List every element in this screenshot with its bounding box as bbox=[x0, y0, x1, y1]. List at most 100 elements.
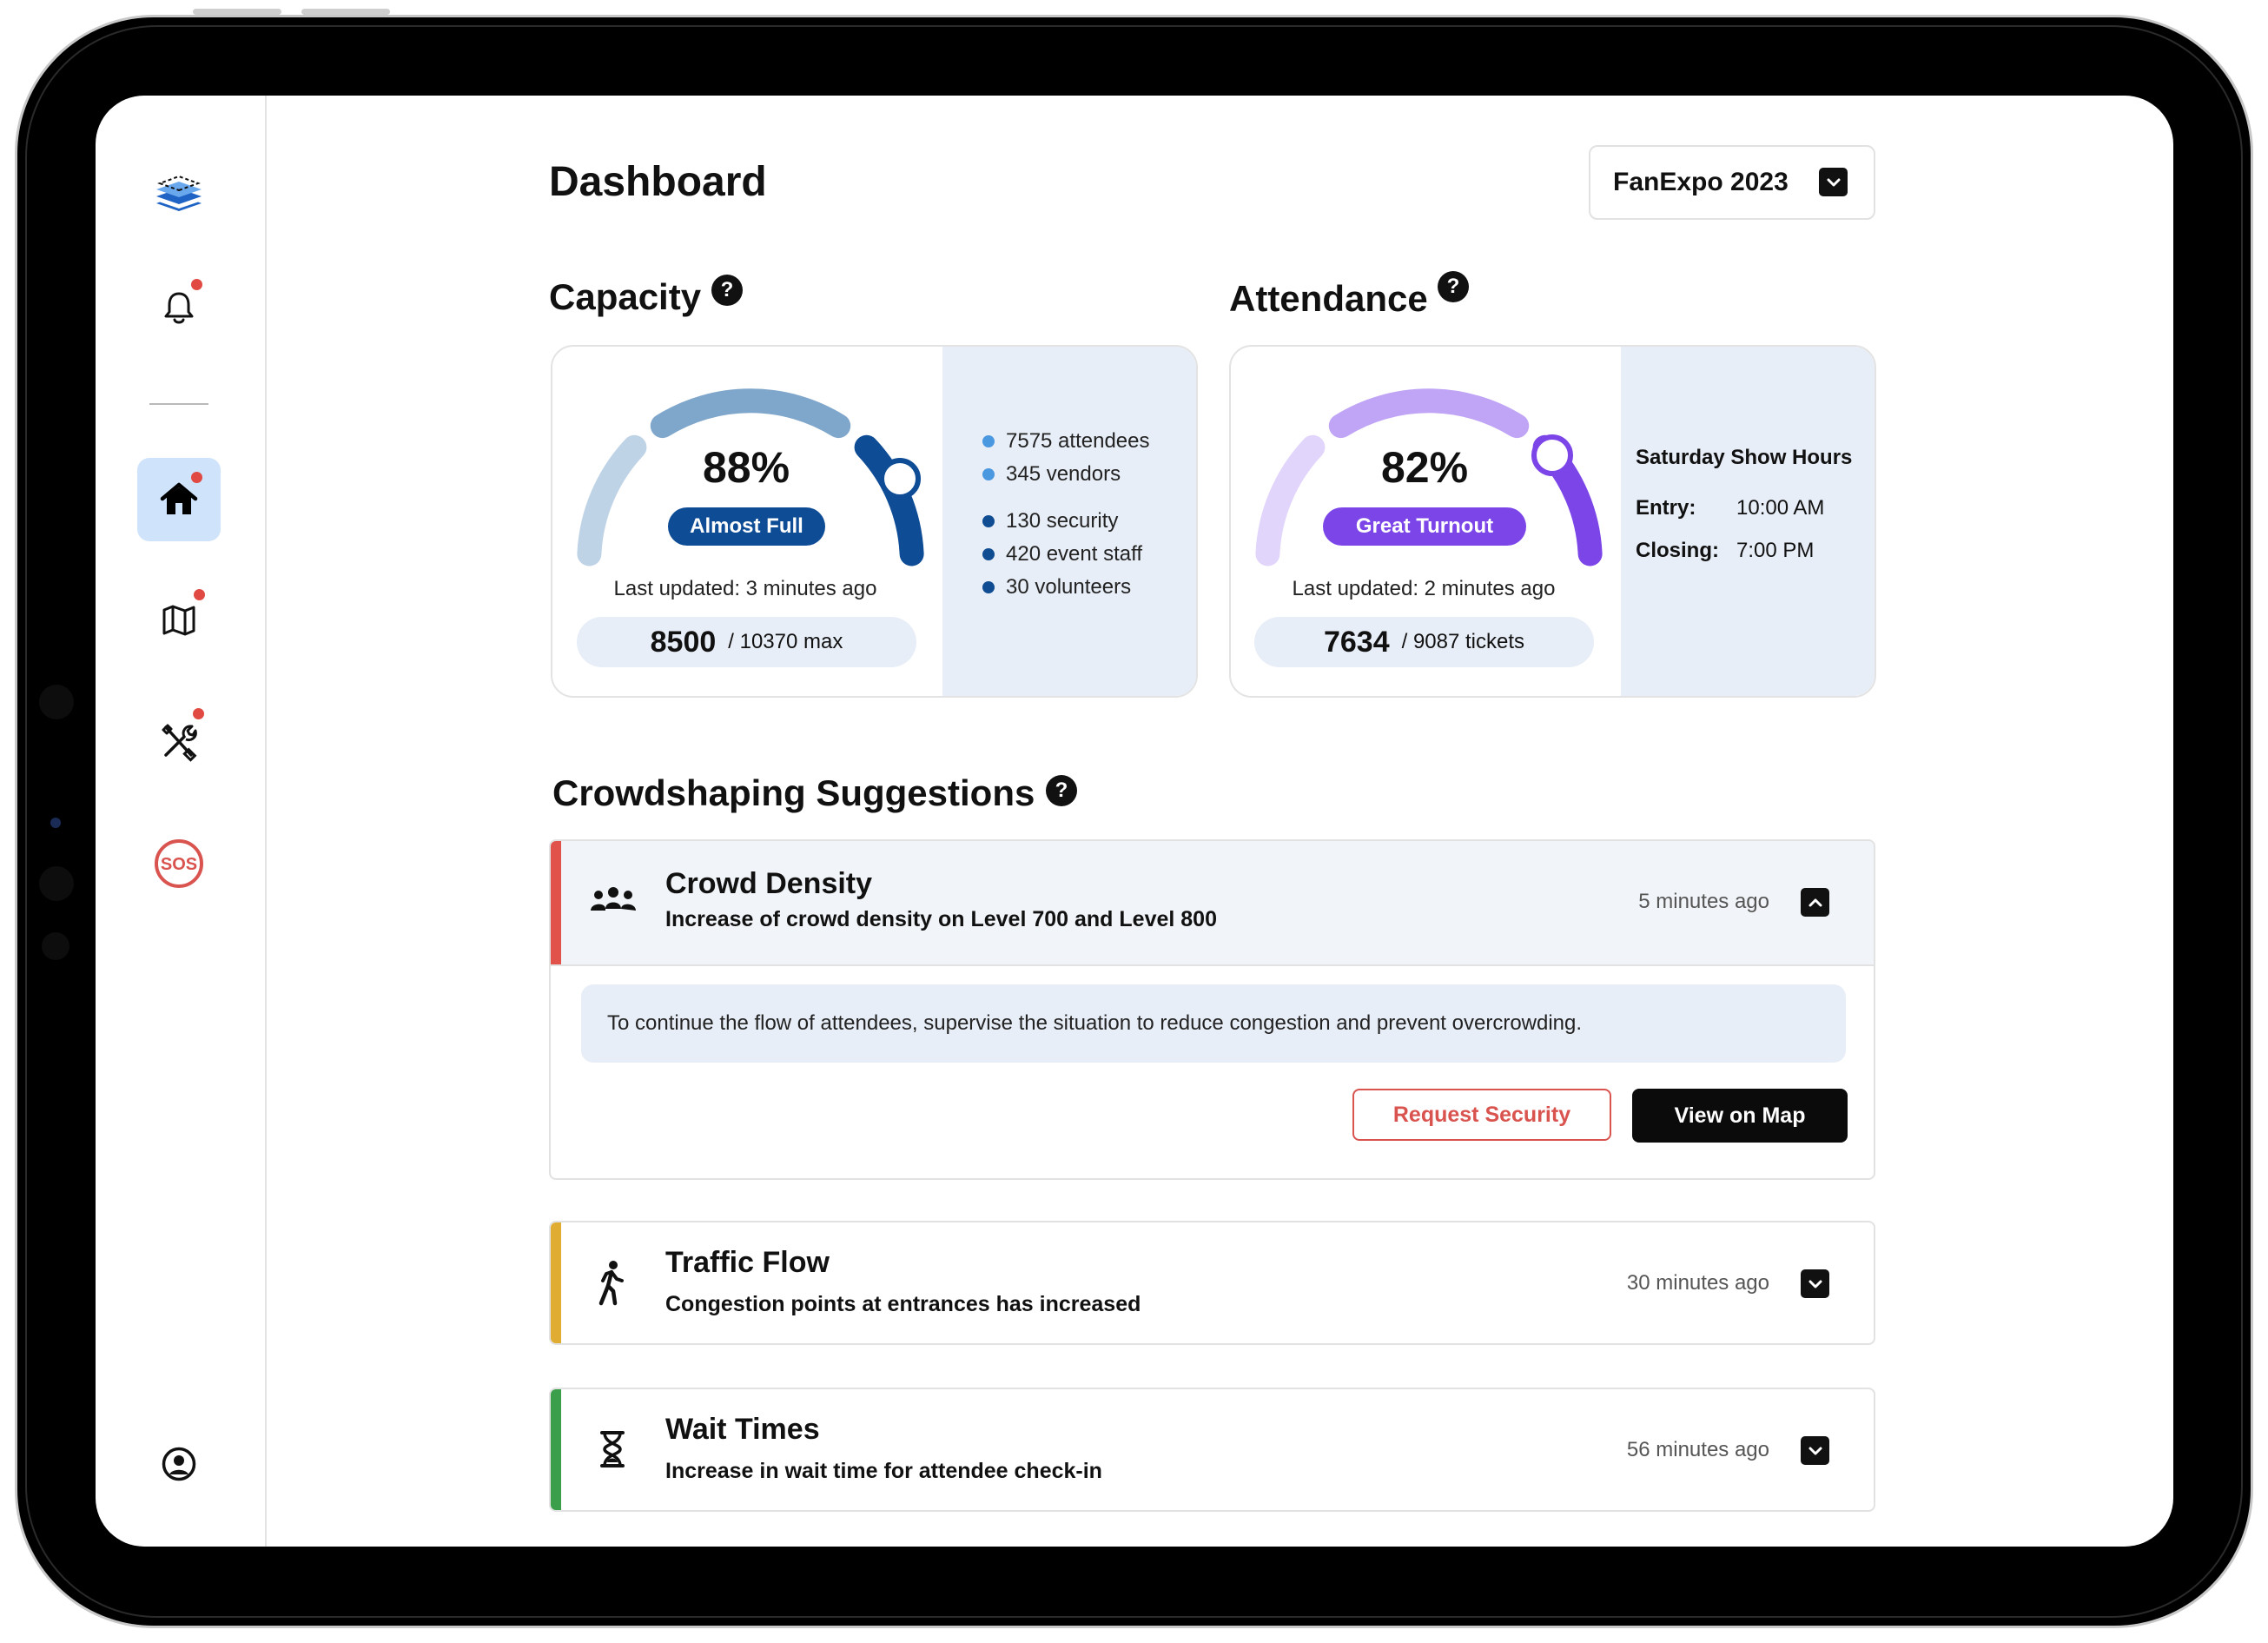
sos-icon: SOS bbox=[155, 839, 203, 888]
attendance-percent: 82% bbox=[1380, 443, 1469, 492]
sidebar-item-tools[interactable] bbox=[137, 699, 221, 783]
breakdown-item-event-staff: 420 event staff bbox=[982, 538, 1149, 571]
crowd-icon bbox=[589, 884, 638, 919]
map-badge bbox=[194, 589, 205, 600]
chevron-up-icon[interactable] bbox=[1801, 888, 1829, 917]
suggestion-title: Traffic Flow bbox=[665, 1246, 830, 1279]
capacity-heading: Capacity bbox=[549, 276, 701, 318]
hourglass-icon bbox=[599, 1430, 625, 1468]
sidebar-item-sos[interactable]: SOS bbox=[137, 822, 221, 905]
device-button-top-2 bbox=[301, 9, 390, 15]
breakdown-item-vendors: 345 vendors bbox=[982, 458, 1149, 491]
tools-badge bbox=[193, 708, 204, 719]
walking-person-icon bbox=[594, 1260, 629, 1307]
home-badge bbox=[191, 472, 202, 483]
suggestion-accent-bar bbox=[551, 1389, 561, 1510]
attendance-last-updated: Last updated: 2 minutes ago bbox=[1292, 577, 1556, 600]
sidebar-item-map[interactable] bbox=[137, 579, 221, 662]
sidebar-item-account[interactable] bbox=[137, 1422, 221, 1506]
suggestion-description: Congestion points at entrances has incre… bbox=[665, 1292, 1141, 1316]
capacity-heading-text: Capacity bbox=[549, 276, 702, 317]
closing-label: Closing: bbox=[1636, 539, 1719, 562]
capacity-count: 8500 / 10370 max bbox=[577, 617, 916, 667]
breakdown-item-security: 130 security bbox=[982, 505, 1149, 538]
legend-dot bbox=[982, 581, 995, 593]
legend-dot bbox=[982, 468, 995, 480]
entry-row: Entry: 10:00 AM bbox=[1636, 496, 1852, 522]
home-icon bbox=[160, 482, 198, 514]
closing-value: 7:00 PM bbox=[1736, 539, 1815, 562]
suggestion-time: 5 minutes ago bbox=[1638, 890, 1769, 913]
page-title: Dashboard bbox=[549, 159, 767, 205]
sidebar-item-home[interactable] bbox=[137, 458, 221, 541]
sidebar-divider bbox=[149, 403, 208, 405]
suggestion-accent-bar bbox=[551, 1222, 561, 1343]
suggestion-crowd-density: Crowd Density Increase of crowd density … bbox=[549, 839, 1875, 1180]
legend-dot bbox=[982, 548, 995, 560]
closing-row: Closing: 7:00 PM bbox=[1636, 539, 1852, 565]
event-selector-value: FanExpo 2023 bbox=[1613, 168, 1789, 196]
entry-value: 10:00 AM bbox=[1736, 496, 1825, 520]
attendance-status-badge: Great Turnout bbox=[1323, 507, 1526, 546]
tools-icon bbox=[162, 724, 197, 762]
attendance-max: / 9087 tickets bbox=[1401, 630, 1525, 653]
view-on-map-button[interactable]: View on Map bbox=[1632, 1089, 1848, 1143]
app-screen: SOS Dashboard FanExpo 2023 Capacity ? 88… bbox=[96, 96, 2173, 1547]
legend-dot bbox=[982, 515, 995, 527]
breakdown-item-attendees: 7575 attendees bbox=[982, 425, 1149, 458]
capacity-gauge-segment-top bbox=[650, 388, 851, 439]
notification-badge bbox=[191, 279, 202, 290]
show-hours-title: Saturday Show Hours bbox=[1636, 446, 1853, 469]
device-sensor-3 bbox=[42, 932, 69, 960]
request-security-button[interactable]: Request Security bbox=[1352, 1089, 1611, 1141]
suggestion-traffic-flow[interactable]: Traffic Flow Congestion points at entran… bbox=[549, 1221, 1875, 1345]
bell-icon bbox=[164, 292, 194, 324]
capacity-percent: 88% bbox=[702, 443, 790, 492]
suggestion-title: Crowd Density bbox=[665, 867, 873, 900]
attendance-heading-text: Attendance bbox=[1229, 278, 1428, 319]
suggestions-help-icon[interactable]: ? bbox=[1046, 775, 1077, 806]
device-camera bbox=[50, 818, 61, 828]
capacity-max: / 10370 max bbox=[728, 630, 843, 653]
breakdown-label: 420 event staff bbox=[1006, 542, 1143, 566]
chevron-down-icon[interactable] bbox=[1801, 1269, 1829, 1298]
capacity-status-badge: Almost Full bbox=[668, 507, 825, 546]
breakdown-label: 7575 attendees bbox=[1006, 429, 1150, 453]
attendance-gauge-segment-top bbox=[1328, 388, 1530, 439]
breakdown-label: 345 vendors bbox=[1006, 462, 1121, 486]
device-sensor-2 bbox=[39, 866, 74, 901]
chevron-down-icon[interactable] bbox=[1801, 1436, 1829, 1465]
attendance-card: 82% Great Turnout Last updated: 2 minute… bbox=[1229, 345, 1876, 698]
capacity-last-updated: Last updated: 3 minutes ago bbox=[613, 577, 877, 600]
attendance-help-icon[interactable]: ? bbox=[1438, 271, 1469, 302]
suggestion-detail: To continue the flow of attendees, super… bbox=[581, 984, 1846, 1063]
suggestion-title: Wait Times bbox=[665, 1413, 820, 1446]
suggestion-wait-times[interactable]: Wait Times Increase in wait time for att… bbox=[549, 1388, 1875, 1512]
legend-dot bbox=[982, 435, 995, 447]
breakdown-label: 30 volunteers bbox=[1006, 575, 1132, 599]
event-selector[interactable]: FanExpo 2023 bbox=[1589, 145, 1875, 220]
show-hours: Saturday Show Hours Entry: 10:00 AM Clos… bbox=[1636, 446, 1852, 565]
suggestion-description: Increase of crowd density on Level 700 a… bbox=[665, 907, 1217, 931]
breakdown-label: 130 security bbox=[1006, 509, 1119, 533]
attendance-heading: Attendance bbox=[1229, 278, 1428, 320]
suggestion-accent-bar bbox=[551, 841, 561, 964]
layers-logo-icon bbox=[156, 175, 202, 211]
device-button-top-1 bbox=[193, 9, 281, 15]
capacity-current: 8500 bbox=[650, 625, 717, 659]
breakdown-item-volunteers: 30 volunteers bbox=[982, 571, 1149, 604]
suggestion-time: 30 minutes ago bbox=[1626, 1271, 1769, 1295]
attendance-current: 7634 bbox=[1323, 625, 1390, 659]
device-sensor-1 bbox=[39, 685, 74, 719]
suggestions-heading: Crowdshaping Suggestions bbox=[552, 772, 1035, 814]
capacity-card: 88% Almost Full Last updated: 3 minutes … bbox=[551, 345, 1198, 698]
suggestion-description: Increase in wait time for attendee check… bbox=[665, 1459, 1102, 1483]
attendance-count: 7634 / 9087 tickets bbox=[1254, 617, 1594, 667]
chevron-down-icon bbox=[1819, 168, 1848, 196]
capacity-help-icon[interactable]: ? bbox=[711, 275, 743, 306]
app-logo[interactable] bbox=[137, 157, 221, 241]
capacity-breakdown-list: 7575 attendees 345 vendors 130 security … bbox=[982, 425, 1149, 604]
suggestions-heading-text: Crowdshaping Suggestions bbox=[552, 772, 1035, 813]
sidebar-item-notifications[interactable] bbox=[137, 266, 221, 349]
user-circle-icon bbox=[162, 1447, 196, 1481]
